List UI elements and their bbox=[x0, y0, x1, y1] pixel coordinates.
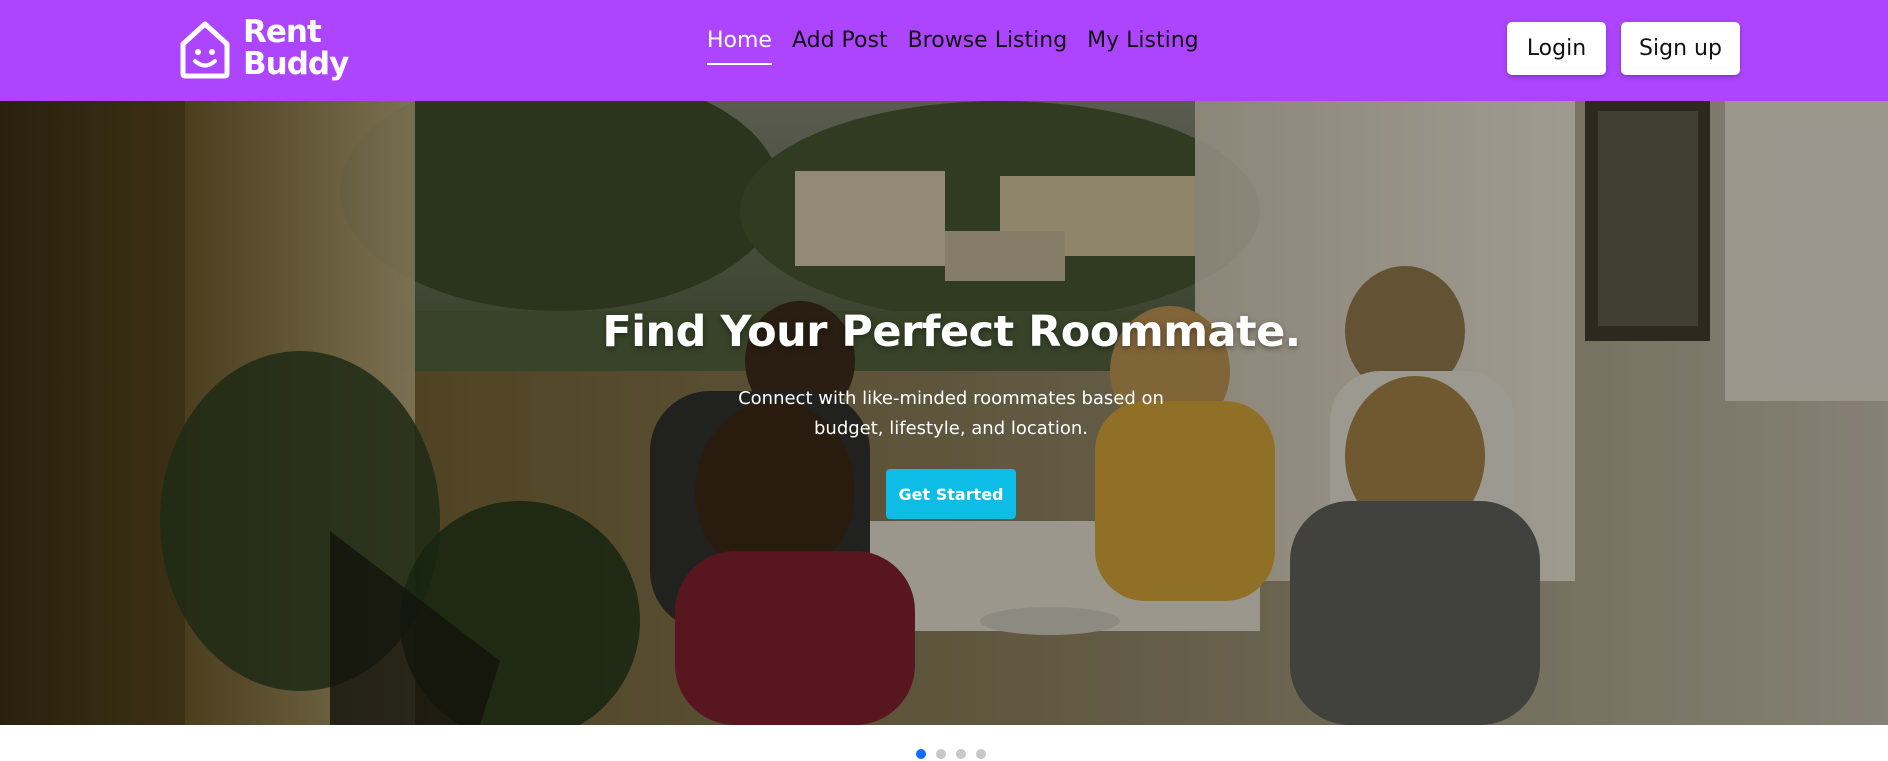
brand-name-line2: Buddy bbox=[243, 46, 349, 82]
nav-link-add-post[interactable]: Add Post bbox=[792, 28, 888, 63]
nav-item-add-post: Add Post bbox=[792, 28, 888, 70]
nav-link-browse-listing[interactable]: Browse Listing bbox=[908, 28, 1068, 63]
login-button[interactable]: Login bbox=[1507, 22, 1606, 75]
navbar: Rent Buddy Home Add Post Browse Listing … bbox=[0, 0, 1888, 101]
carousel-dot-3[interactable] bbox=[956, 749, 966, 759]
carousel-dot-1[interactable] bbox=[916, 749, 926, 759]
carousel-dot-2[interactable] bbox=[936, 749, 946, 759]
brand-name-line1: Rent bbox=[243, 14, 322, 50]
nav-item-home: Home bbox=[707, 28, 772, 70]
brand-name: Rent Buddy bbox=[243, 14, 349, 82]
nav-item-browse-listing: Browse Listing bbox=[908, 28, 1068, 70]
hero-carousel: Find Your Perfect Roommate. Connect with… bbox=[0, 101, 1888, 725]
nav-link-home[interactable]: Home bbox=[707, 28, 772, 65]
main-nav: Home Add Post Browse Listing My Listing bbox=[707, 28, 1199, 70]
house-smiley-icon bbox=[180, 21, 230, 79]
hero-subtitle: Connect with like-minded roommates based… bbox=[738, 388, 1164, 439]
get-started-button[interactable]: Get Started bbox=[886, 469, 1016, 519]
signup-button[interactable]: Sign up bbox=[1621, 22, 1740, 75]
carousel-indicators bbox=[916, 749, 986, 759]
carousel-dot-4[interactable] bbox=[976, 749, 986, 759]
hero-title: Find Your Perfect Roommate. bbox=[602, 307, 1301, 357]
nav-item-my-listing: My Listing bbox=[1087, 28, 1198, 70]
nav-link-my-listing[interactable]: My Listing bbox=[1087, 28, 1198, 63]
brand-logo[interactable]: Rent Buddy bbox=[177, 12, 349, 84]
